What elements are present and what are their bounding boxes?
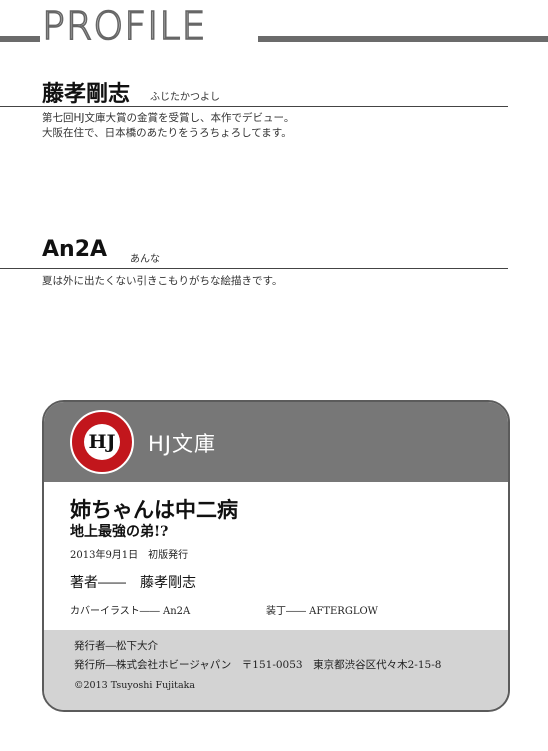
illustrator-name: An2A [42, 237, 108, 262]
author-reading: ふじたかつよし [150, 92, 220, 103]
hj-logo-text: HJ [84, 424, 120, 460]
header-rule-left [0, 36, 40, 42]
publisher-person: 発行者―松下大介 [74, 640, 158, 652]
author-bio: 第七回HJ文庫大賞の金賞を受賞し、本作でデビュー。 大阪在住で、日本橋のあたりを… [42, 111, 294, 141]
publish-date: 2013年9月1日 初版発行 [70, 550, 189, 561]
colophon-header-band: HJ HJ文庫 [44, 402, 508, 482]
design-credit: 装丁―― AFTERGLOW [266, 606, 378, 617]
illustrator-reading: あんな [130, 254, 160, 265]
cover-illustration-credit: カバーイラスト―― An2A [70, 606, 191, 617]
book-title: 姉ちゃんは中二病 [70, 497, 238, 522]
author-bio-line: 第七回HJ文庫大賞の金賞を受賞し、本作でデビュー。 [42, 112, 295, 124]
author-name: 藤孝剛志 [42, 82, 131, 107]
illustrator-bio: 夏は外に出たくない引きこもりがちな絵描きです。 [42, 274, 282, 289]
illustrator-rule [0, 268, 508, 269]
illustrator-bio-line: 夏は外に出たくない引きこもりがちな絵描きです。 [42, 275, 283, 287]
profile-heading: PROFILE [41, 4, 207, 48]
header-rule-right [258, 36, 548, 42]
publisher-company: 発行所―株式会社ホビージャパン 〒151-0053 東京都渋谷区代々木2-15-… [74, 659, 442, 671]
book-subtitle: 地上最強の弟!? [70, 524, 169, 540]
author-credit: 著者―― 藤孝剛志 [70, 575, 196, 591]
author-bio-line: 大阪在住で、日本橋のあたりをうろちょろしてます。 [42, 127, 292, 139]
copyright: ©2013 Tsuyoshi Fujitaka [74, 680, 196, 691]
publisher-band: 発行者―松下大介 発行所―株式会社ホビージャパン 〒151-0053 東京都渋谷… [44, 630, 508, 710]
brand-name: HJ文庫 [148, 432, 216, 456]
colophon-card: HJ HJ文庫 姉ちゃんは中二病 地上最強の弟!? 2013年9月1日 初版発行… [42, 400, 510, 712]
hj-logo-icon: HJ [70, 410, 134, 474]
author-rule [0, 106, 508, 107]
